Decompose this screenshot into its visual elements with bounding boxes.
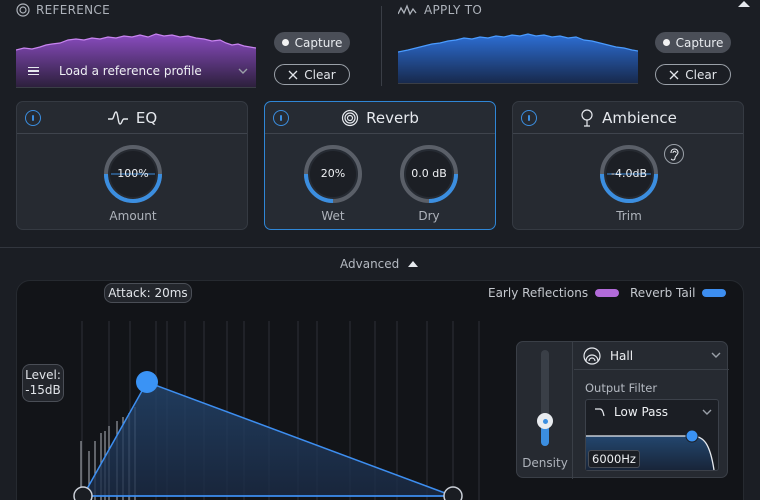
ambience-trim-label: Trim bbox=[616, 209, 642, 223]
output-filter-label: Output Filter bbox=[585, 381, 658, 395]
reference-target-icon bbox=[16, 3, 30, 17]
density-label: Density bbox=[522, 456, 568, 470]
chevron-down-icon bbox=[702, 409, 712, 415]
chevron-down-icon bbox=[711, 352, 721, 358]
reference-title: REFERENCE bbox=[36, 3, 110, 17]
output-filter-box: Low Pass 6000Hz bbox=[585, 399, 719, 471]
reverb-wet-value: 20% bbox=[320, 167, 346, 180]
legend-reverb-tail[interactable]: Reverb Tail bbox=[630, 286, 727, 300]
chevron-down-icon bbox=[238, 68, 248, 74]
chevron-up-icon bbox=[408, 261, 419, 267]
ambience-trim-value: -4.0dB bbox=[611, 167, 647, 180]
load-profile-label: Load a reference profile bbox=[59, 64, 202, 78]
filter-cutoff-handle[interactable] bbox=[685, 429, 699, 443]
filter-freq-value: 6000Hz bbox=[588, 450, 640, 468]
apply-capture-label: Capture bbox=[675, 35, 724, 50]
hall-icon bbox=[583, 346, 601, 365]
attack-label: Attack: 20ms bbox=[108, 286, 188, 300]
density-slider-thumb[interactable] bbox=[537, 413, 553, 429]
reverb-dry-label: Dry bbox=[418, 209, 440, 223]
ambience-title: Ambience bbox=[602, 108, 677, 127]
advanced-separator bbox=[0, 247, 760, 248]
attack-tag: Attack: 20ms bbox=[104, 283, 192, 303]
microphone-icon bbox=[581, 108, 593, 127]
menu-icon bbox=[28, 66, 39, 76]
low-pass-icon bbox=[595, 408, 605, 417]
reference-header: REFERENCE bbox=[16, 3, 110, 17]
start-handle[interactable] bbox=[73, 486, 93, 500]
eq-amount-label: Amount bbox=[109, 209, 157, 223]
eq-amount-knob[interactable]: 100% bbox=[103, 144, 163, 204]
collapse-up-icon[interactable] bbox=[737, 0, 751, 8]
ambience-module: Ambience -4.0dB Trim bbox=[512, 101, 744, 230]
ambience-header: Ambience bbox=[513, 102, 743, 134]
apply-capture-button[interactable]: Capture bbox=[655, 32, 731, 53]
reference-clear-label: Clear bbox=[304, 67, 336, 82]
ear-icon bbox=[670, 147, 679, 161]
apply-to-spectrum bbox=[398, 28, 638, 84]
legend-tail-label: Reverb Tail bbox=[630, 286, 696, 300]
reverb-module[interactable]: Reverb 20% Wet 0.0 dB Dry bbox=[264, 101, 496, 230]
legend-early-swatch bbox=[595, 289, 620, 297]
filter-type-value: Low Pass bbox=[614, 405, 668, 419]
room-type-dropdown[interactable]: Hall bbox=[574, 342, 729, 370]
reverb-header: Reverb bbox=[265, 102, 495, 134]
reverb-dry-knob[interactable]: 0.0 dB bbox=[399, 144, 459, 204]
waveform-icon bbox=[398, 4, 417, 16]
section-divider bbox=[381, 6, 382, 86]
advanced-toggle[interactable]: Advanced bbox=[340, 255, 419, 273]
ambience-trim-knob[interactable]: -4.0dB bbox=[599, 144, 659, 204]
ambience-listen-button[interactable] bbox=[664, 144, 684, 164]
room-type-value: Hall bbox=[610, 348, 634, 363]
attack-handle[interactable] bbox=[136, 371, 158, 393]
reverb-wet-label: Wet bbox=[321, 209, 345, 223]
apply-clear-label: Clear bbox=[685, 67, 717, 82]
advanced-label: Advanced bbox=[340, 257, 400, 271]
load-profile-dropdown[interactable]: Load a reference profile bbox=[16, 58, 256, 84]
level-label-line1: Level: bbox=[25, 368, 61, 382]
reverb-title: Reverb bbox=[366, 108, 419, 127]
reverb-settings-panel: Density Hall Output Filter Low Pass 6000… bbox=[516, 341, 729, 479]
reference-capture-label: Capture bbox=[294, 35, 343, 50]
reverb-wet-knob[interactable]: 20% bbox=[303, 144, 363, 204]
apply-clear-button[interactable]: Clear bbox=[655, 64, 731, 85]
reverb-envelope-graph[interactable] bbox=[17, 281, 507, 500]
reference-capture-button[interactable]: Capture bbox=[274, 32, 350, 53]
close-icon bbox=[288, 70, 298, 79]
legend-tail-swatch bbox=[702, 289, 727, 297]
record-dot-icon bbox=[662, 39, 670, 46]
density-section: Density bbox=[517, 342, 573, 479]
filter-type-dropdown[interactable]: Low Pass bbox=[586, 400, 718, 424]
eq-title: EQ bbox=[135, 108, 158, 127]
apply-to-title: APPLY TO bbox=[424, 3, 483, 17]
level-tag: Level: -15dB bbox=[22, 364, 64, 402]
eq-module: EQ 100% Amount bbox=[16, 101, 248, 230]
legend-early-label: Early Reflections bbox=[488, 286, 589, 300]
close-icon bbox=[669, 70, 679, 79]
reverb-rings-icon bbox=[342, 109, 359, 126]
eq-header: EQ bbox=[17, 102, 247, 134]
decay-handle[interactable] bbox=[443, 486, 463, 500]
apply-to-header: APPLY TO bbox=[398, 3, 482, 17]
record-dot-icon bbox=[281, 39, 289, 46]
legend-early-reflections[interactable]: Early Reflections bbox=[488, 286, 620, 300]
reference-clear-button[interactable]: Clear bbox=[274, 64, 350, 85]
reverb-dry-value: 0.0 dB bbox=[411, 167, 447, 180]
level-label-line2: -15dB bbox=[25, 383, 61, 397]
apply-to-spectrum-graph bbox=[398, 33, 638, 83]
eq-amount-value: 100% bbox=[117, 167, 149, 180]
eq-curve-icon bbox=[107, 110, 128, 125]
